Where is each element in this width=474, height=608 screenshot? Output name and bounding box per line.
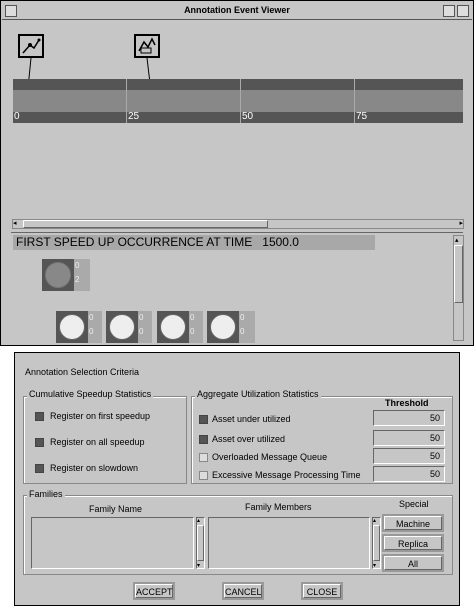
count-value: 0 (89, 327, 94, 336)
threshold-header: Threshold (385, 398, 429, 408)
speedup-pie-chart[interactable] (42, 259, 74, 291)
scroll-down-icon[interactable]: ▾ (197, 562, 200, 569)
threshold-input[interactable]: 50 (373, 410, 445, 426)
scrollbar-thumb[interactable] (373, 525, 380, 561)
button-label: CANCEL (224, 584, 262, 598)
pie-counts: 0 0 (88, 311, 102, 343)
node-pie-chart[interactable] (207, 311, 239, 343)
cumulative-group-label: Cumulative Speedup Statistics (27, 389, 154, 399)
pie-counts: 0 0 (239, 311, 255, 343)
family-members-header: Family Members (245, 502, 312, 512)
scroll-left-icon[interactable]: ◂ (13, 220, 17, 228)
panel-vertical-scrollbar[interactable]: ▴ (453, 235, 464, 341)
count-value: 0 (190, 313, 195, 322)
all-button[interactable]: All (382, 554, 444, 572)
timeline-axis: 0 25 50 75 (13, 79, 463, 123)
replica-button[interactable]: Replica (382, 534, 444, 552)
annotation-event-viewer-window: Annotation Event Viewer 0 25 50 75 ◂ ▸ F… (0, 0, 474, 346)
checkbox-label: Asset under utilized (212, 414, 291, 424)
scroll-up-icon[interactable]: ▴ (455, 236, 459, 244)
overloaded-message-queue-checkbox[interactable] (199, 453, 208, 462)
axis-tick-label: 50 (242, 111, 254, 122)
asset-under-utilized-checkbox[interactable] (199, 415, 208, 424)
checkbox-label: Register on all speedup (50, 437, 145, 447)
accept-button[interactable]: ACCEPT (133, 582, 175, 600)
dialog-title: Annotation Selection Criteria (25, 367, 140, 377)
node-pie-chart[interactable] (106, 311, 138, 343)
timeline-scrollbar[interactable]: ◂ ▸ (12, 219, 464, 229)
aggregate-group-label: Aggregate Utilization Statistics (195, 389, 321, 399)
count-value: 0 (190, 327, 195, 336)
members-list-scrollbar[interactable]: ▴ ▾ (372, 517, 381, 569)
threshold-input[interactable]: 50 (373, 430, 445, 446)
scrollbar-thumb[interactable] (197, 525, 204, 561)
timeline-track[interactable] (13, 90, 463, 112)
register-slowdown-checkbox[interactable] (35, 464, 44, 473)
machine-button[interactable]: Machine (382, 514, 444, 532)
count-value: 0 (139, 313, 144, 322)
families-group-label: Families (27, 489, 65, 499)
button-label: Replica (384, 536, 442, 550)
node-pie-chart[interactable] (56, 311, 88, 343)
register-all-speedup-checkbox[interactable] (35, 438, 44, 447)
scroll-right-icon[interactable]: ▸ (459, 220, 463, 228)
count-value: 0 (75, 261, 80, 270)
family-members-list[interactable] (208, 517, 370, 569)
button-label: Machine (384, 516, 442, 530)
checkbox-label: Overloaded Message Queue (212, 452, 328, 462)
family-list-scrollbar[interactable]: ▴ ▾ (196, 517, 205, 569)
checkbox-label: Register on slowdown (50, 463, 139, 473)
special-header: Special (399, 499, 429, 509)
scroll-up-icon[interactable]: ▴ (197, 517, 200, 524)
pie-counts: 0 2 (74, 259, 90, 291)
timeline-top-bar (13, 79, 463, 90)
button-label: All (384, 556, 442, 570)
axis-tick-label: 25 (128, 111, 140, 122)
button-label: ACCEPT (135, 584, 173, 598)
checkbox-label: Asset over utilized (212, 434, 286, 444)
excessive-processing-time-checkbox[interactable] (199, 471, 208, 480)
cancel-button[interactable]: CANCEL (222, 582, 264, 600)
family-name-list[interactable] (31, 517, 194, 569)
checkbox-label: Excessive Message Processing Time (212, 470, 361, 480)
register-first-speedup-checkbox[interactable] (35, 412, 44, 421)
threshold-input[interactable]: 50 (373, 466, 445, 482)
close-button[interactable]: CLOSE (301, 582, 343, 600)
message-bar: FIRST SPEED UP OCCURRENCE AT TIME 1500.0 (13, 235, 375, 250)
scrollbar-thumb[interactable] (23, 220, 268, 228)
count-value: 0 (240, 313, 245, 322)
checkbox-label: Register on first speedup (50, 411, 151, 421)
scroll-up-icon[interactable]: ▴ (373, 517, 376, 524)
axis-tick-label: 0 (14, 111, 20, 122)
event-message: FIRST SPEED UP OCCURRENCE AT TIME 1500.0 (16, 235, 299, 249)
pie-counts: 0 0 (189, 311, 203, 343)
button-label: CLOSE (303, 584, 341, 598)
count-value: 0 (89, 313, 94, 322)
threshold-input[interactable]: 50 (373, 448, 445, 464)
annotation-selection-criteria-window: Annotation Selection Criteria Cumulative… (14, 352, 460, 606)
node-pie-chart[interactable] (157, 311, 189, 343)
pie-counts: 0 0 (138, 311, 152, 343)
count-value: 0 (240, 327, 245, 336)
family-name-header: Family Name (89, 504, 143, 514)
scrollbar-thumb[interactable] (454, 245, 463, 303)
count-value: 2 (75, 275, 80, 284)
asset-over-utilized-checkbox[interactable] (199, 435, 208, 444)
scroll-down-icon[interactable]: ▾ (373, 562, 376, 569)
axis-tick-label: 75 (356, 111, 368, 122)
pie-slice (45, 262, 71, 288)
count-value: 0 (139, 327, 144, 336)
